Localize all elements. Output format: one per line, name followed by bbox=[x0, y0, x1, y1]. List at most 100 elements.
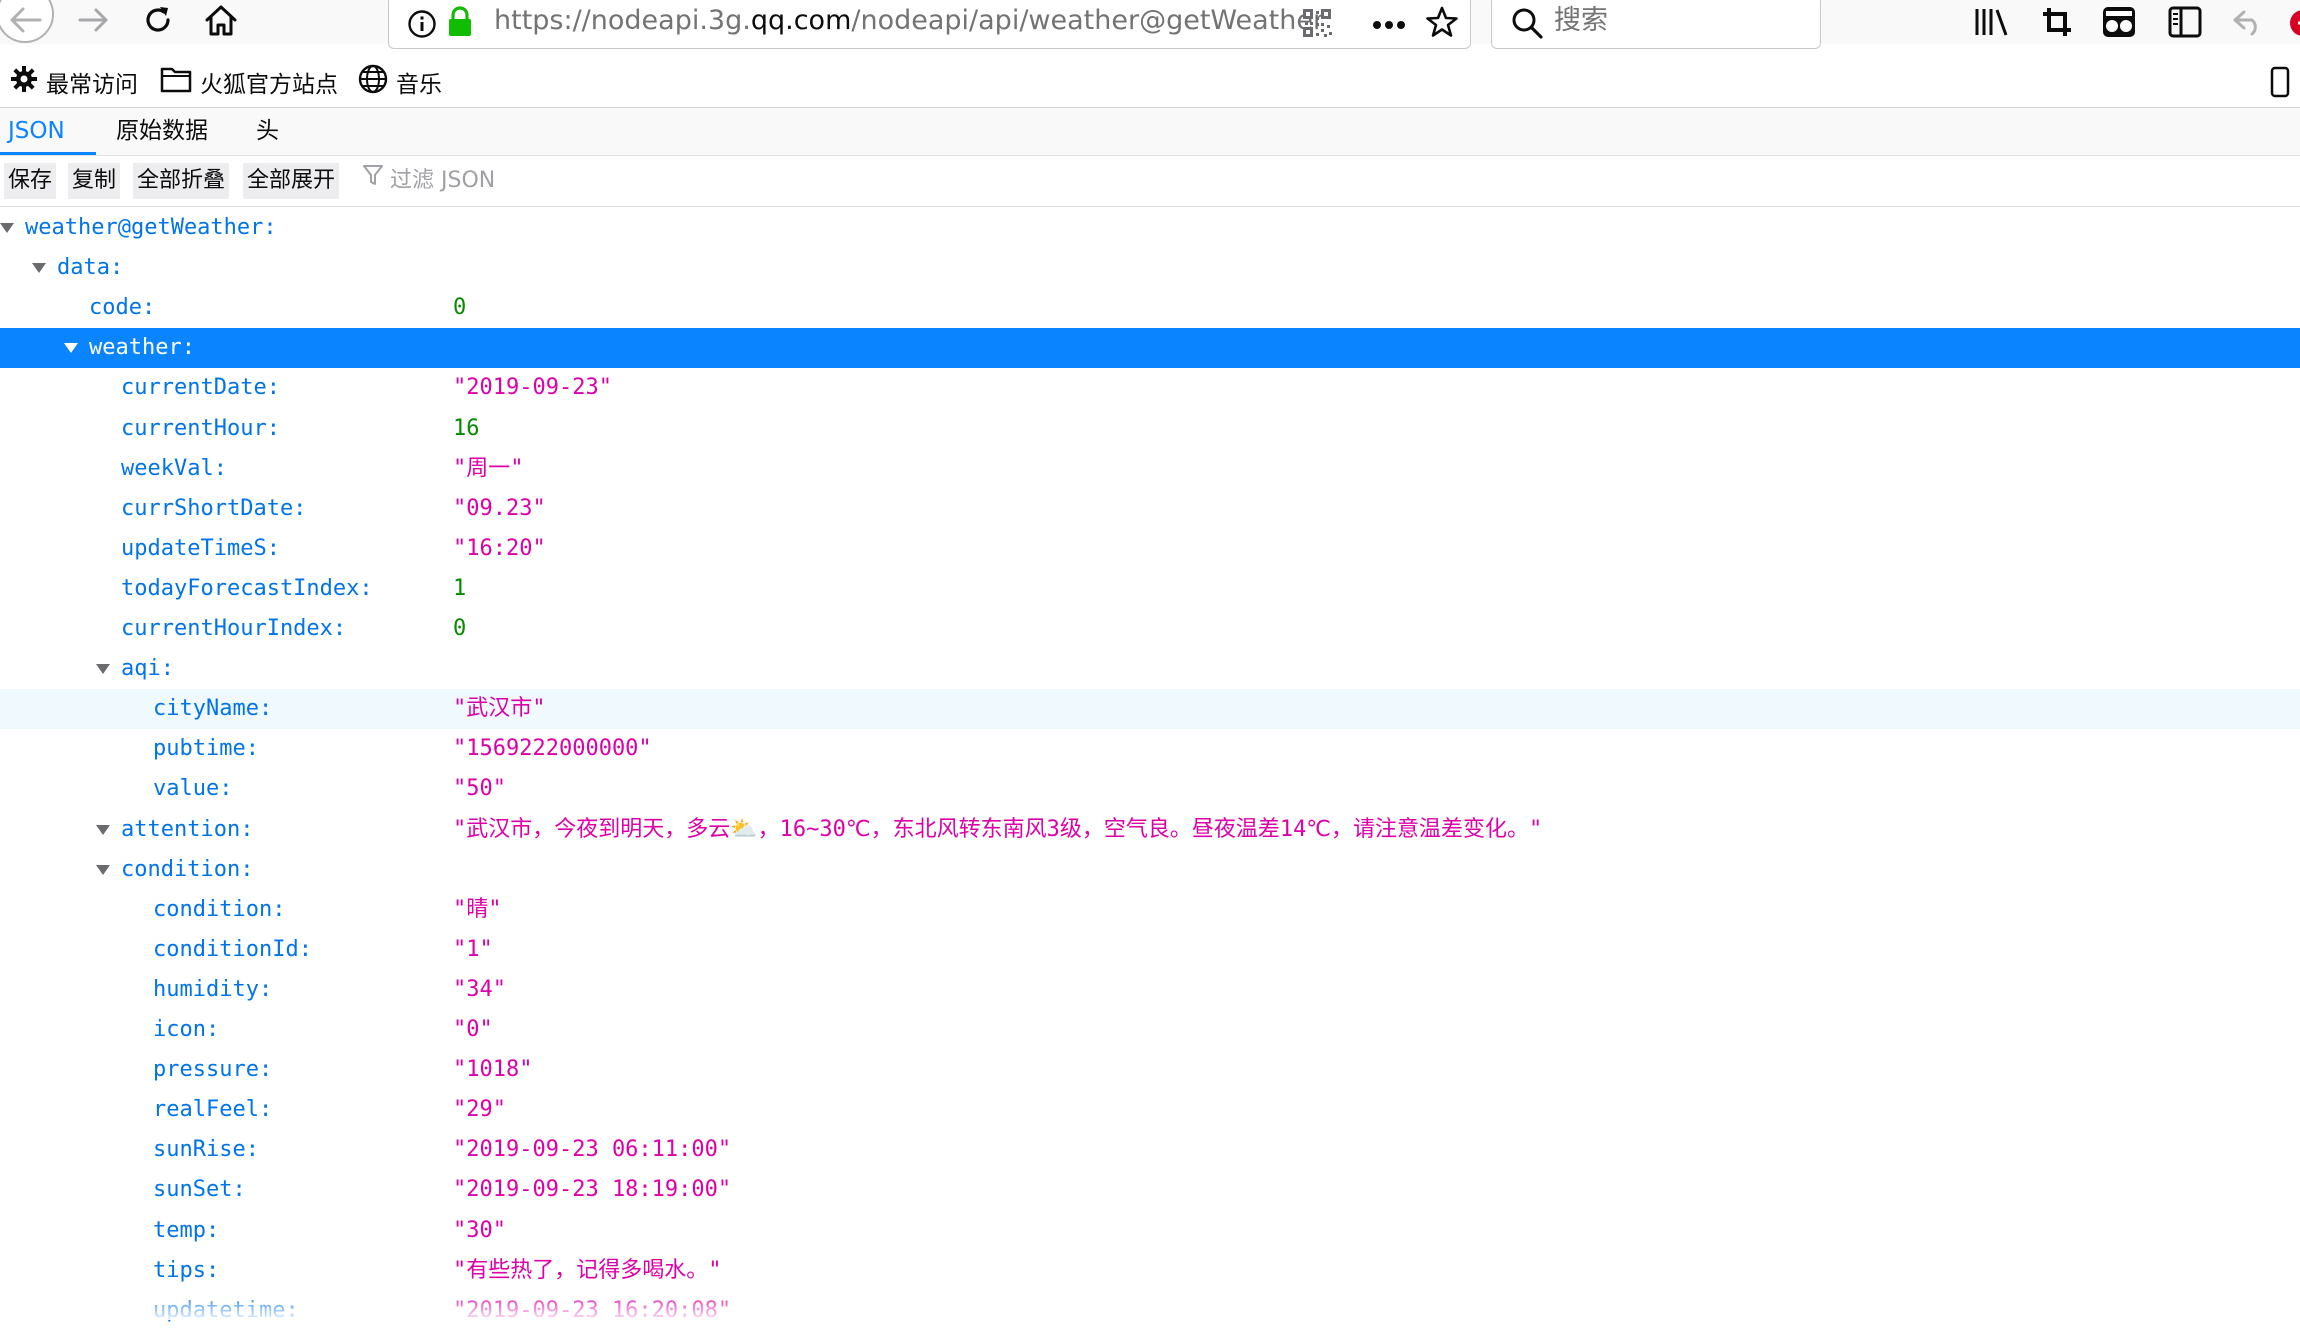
expand-toggle-icon[interactable] bbox=[32, 263, 46, 274]
json-key: temp: bbox=[153, 1217, 220, 1243]
home-button[interactable] bbox=[200, 0, 242, 44]
json-row[interactable]: weather@getWeather: bbox=[0, 208, 2300, 248]
library-icon[interactable] bbox=[1974, 6, 2010, 43]
json-key: condition: bbox=[153, 896, 286, 922]
expand-toggle-icon[interactable] bbox=[96, 824, 110, 835]
expand-toggle-icon[interactable] bbox=[96, 864, 110, 875]
json-key: cityName: bbox=[153, 696, 273, 722]
bookmarks-toolbar: 最常访问 火狐官方站点 音乐 bbox=[0, 62, 2300, 102]
expand-all-button[interactable]: 全部展开 bbox=[243, 163, 340, 199]
json-key: conditionId: bbox=[153, 936, 312, 962]
json-row[interactable]: attention: "武汉市，今夜到明天，多云⛅，16~30℃，东北风转东南风3… bbox=[0, 810, 2300, 850]
json-key: aqi: bbox=[121, 656, 174, 682]
search-bar[interactable]: 搜索 bbox=[1491, 0, 1821, 49]
json-row[interactable]: sunRise: "2019-09-23 06:11:00" bbox=[0, 1130, 2300, 1170]
json-row[interactable]: pubtime: "1569222000000" bbox=[0, 729, 2300, 769]
json-row[interactable]: tips: "有些热了，记得多喝水。" bbox=[0, 1251, 2300, 1291]
json-key: currentHourIndex: bbox=[121, 616, 347, 641]
json-row[interactable]: sunSet: "2019-09-23 18:19:00" bbox=[0, 1170, 2300, 1210]
gear-icon bbox=[10, 65, 38, 99]
back-button[interactable] bbox=[0, 0, 58, 44]
json-row[interactable]: currentDate: "2019-09-23" bbox=[0, 368, 2300, 408]
tab-headers[interactable]: 头 bbox=[248, 108, 287, 155]
json-row[interactable]: pressure: "1018" bbox=[0, 1050, 2300, 1090]
search-input[interactable]: 搜索 bbox=[1554, 0, 1608, 43]
json-row[interactable]: updateTimeS: "16:20" bbox=[0, 529, 2300, 569]
json-value: 16 bbox=[453, 415, 480, 441]
sidebar-toggle-icon[interactable] bbox=[2168, 6, 2202, 43]
json-key: sunRise: bbox=[153, 1137, 259, 1163]
collapse-all-button[interactable]: 全部折叠 bbox=[133, 163, 230, 199]
filter-icon bbox=[362, 163, 384, 199]
reload-icon bbox=[142, 4, 174, 41]
json-row[interactable]: weekVal: "周一" bbox=[0, 449, 2300, 489]
expand-toggle-icon[interactable] bbox=[64, 343, 78, 354]
json-value: 0 bbox=[453, 616, 467, 641]
json-row[interactable]: humidity: "34" bbox=[0, 970, 2300, 1010]
json-row[interactable]: data: bbox=[0, 248, 2300, 288]
tab-raw-data[interactable]: 原始数据 bbox=[108, 108, 216, 155]
json-value: "武汉市" bbox=[453, 696, 546, 722]
json-key: weather: bbox=[89, 335, 195, 361]
json-value: "有些热了，记得多喝水。" bbox=[453, 1257, 722, 1283]
forward-arrow-icon bbox=[78, 6, 110, 39]
lock-icon[interactable] bbox=[447, 6, 473, 43]
screenshot-crop-icon[interactable] bbox=[2041, 6, 2073, 43]
json-value: "武汉市，今夜到明天，多云⛅，16~30℃，东北风转东南风3级，空气良。昼夜温差… bbox=[453, 816, 1543, 842]
json-value: "0" bbox=[453, 1017, 493, 1042]
json-key: code: bbox=[89, 295, 156, 321]
bottom-fade bbox=[0, 1290, 2300, 1320]
json-key: condition: bbox=[121, 856, 254, 882]
json-row[interactable]: temp: "30" bbox=[0, 1211, 2300, 1251]
json-row[interactable]: conditionId: "1" bbox=[0, 930, 2300, 970]
forward-button[interactable] bbox=[74, 0, 114, 44]
json-value: "34" bbox=[453, 976, 506, 1002]
json-row[interactable]: condition: "晴" bbox=[0, 890, 2300, 930]
copy-button[interactable]: 复制 bbox=[68, 163, 121, 199]
json-key: attention: bbox=[121, 816, 254, 842]
json-value: "2019-09-23" bbox=[453, 375, 612, 401]
undo-icon[interactable] bbox=[2232, 8, 2264, 41]
folder-icon bbox=[160, 65, 192, 99]
json-row[interactable]: icon: "0" bbox=[0, 1010, 2300, 1050]
json-key: sunSet: bbox=[153, 1177, 246, 1203]
addon-badge-icon[interactable] bbox=[2288, 8, 2300, 43]
json-key: todayForecastIndex: bbox=[121, 575, 373, 601]
bookmark-star-icon[interactable] bbox=[1425, 5, 1459, 44]
expand-toggle-icon[interactable] bbox=[96, 664, 110, 675]
save-button[interactable]: 保存 bbox=[4, 163, 57, 199]
filter-json-input[interactable]: 过滤 JSON bbox=[362, 163, 495, 199]
json-row[interactable]: currShortDate: "09.23" bbox=[0, 489, 2300, 529]
json-row[interactable]: code: 0 bbox=[0, 288, 2300, 328]
expand-toggle-icon[interactable] bbox=[0, 223, 14, 233]
json-row[interactable]: value: "50" bbox=[0, 769, 2300, 809]
bookmark-label: 火狐官方站点 bbox=[200, 72, 338, 98]
filter-placeholder: 过滤 JSON bbox=[390, 168, 496, 193]
browser-toolbar: https://nodeapi.3g.qq.com/nodeapi/api/we… bbox=[0, 0, 2300, 49]
json-row[interactable]: currentHour: 16 bbox=[0, 409, 2300, 449]
json-row[interactable]: weather: bbox=[0, 328, 2300, 369]
page-actions-icon[interactable] bbox=[1372, 17, 1406, 35]
bookmark-music[interactable]: 音乐 bbox=[358, 62, 442, 102]
bookmark-most-visited[interactable]: 最常访问 bbox=[10, 62, 138, 102]
reload-button[interactable] bbox=[138, 0, 178, 44]
qr-code-icon[interactable] bbox=[1301, 7, 1333, 44]
bookmark-firefox-folder[interactable]: 火狐官方站点 bbox=[160, 62, 338, 102]
json-key: tips: bbox=[153, 1257, 220, 1283]
tab-json[interactable]: JSON bbox=[0, 108, 96, 155]
json-row[interactable]: aqi: bbox=[0, 649, 2300, 689]
json-row[interactable]: todayForecastIndex: 1 bbox=[0, 569, 2300, 609]
info-icon[interactable] bbox=[407, 9, 437, 44]
extension-icon[interactable] bbox=[2102, 6, 2136, 43]
json-value: "1018" bbox=[453, 1057, 533, 1083]
mobile-bookmarks-icon[interactable] bbox=[2270, 66, 2300, 103]
json-row[interactable]: cityName: "武汉市" bbox=[0, 689, 2300, 730]
json-row[interactable]: realFeel: "29" bbox=[0, 1090, 2300, 1130]
globe-icon bbox=[358, 64, 388, 100]
json-value: "16:20" bbox=[453, 535, 546, 561]
bookmark-label: 最常访问 bbox=[46, 72, 138, 98]
json-row[interactable]: condition: bbox=[0, 850, 2300, 890]
json-value: "2019-09-23 06:11:00" bbox=[453, 1137, 732, 1163]
json-row[interactable]: currentHourIndex: 0 bbox=[0, 609, 2300, 649]
url-bar[interactable]: https://nodeapi.3g.qq.com/nodeapi/api/we… bbox=[388, 0, 1619, 49]
